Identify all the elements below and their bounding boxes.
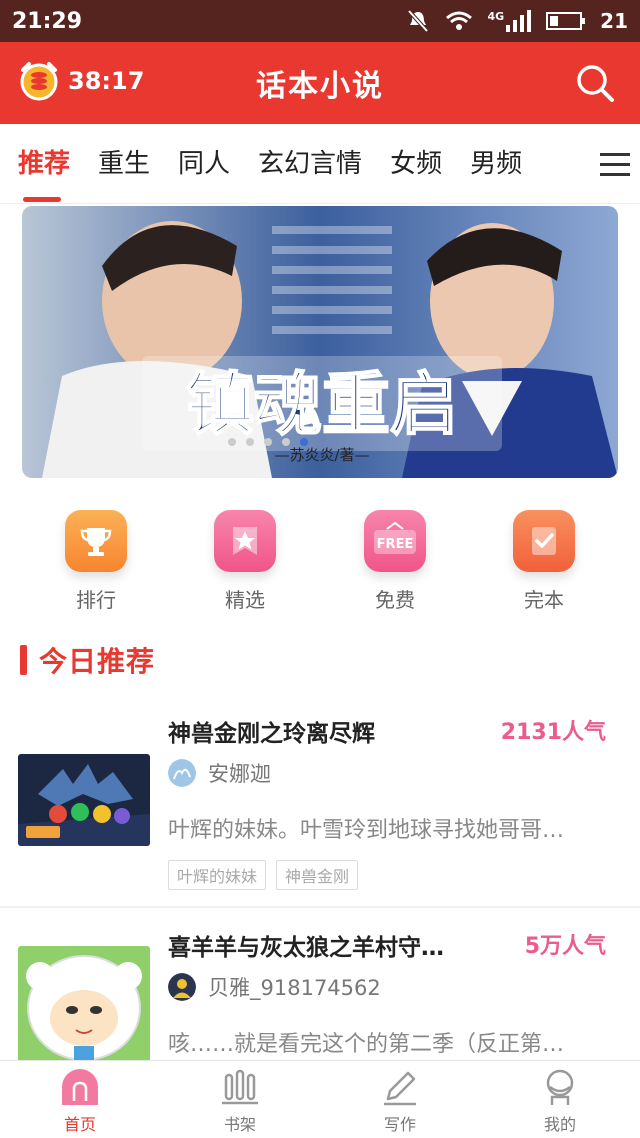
nav-profile[interactable]: 我的 [480, 1061, 640, 1138]
trophy-icon [65, 510, 127, 572]
bookshelf-icon [222, 1069, 258, 1105]
tab-fanfic[interactable]: 同人 [164, 124, 244, 204]
status-bar: 21:29 4G 21 [0, 0, 640, 42]
app-bar: 38:17 话本小说 [0, 42, 640, 124]
author-name: 安娜迦 [208, 762, 271, 786]
nav-bookshelf-label: 书架 [223, 1115, 256, 1134]
book-title: 喜羊羊与灰太狼之羊村守… [168, 935, 444, 961]
banner-author: —苏炎炎/著— [274, 446, 369, 464]
quick-featured[interactable]: 精选 [197, 510, 293, 613]
quick-featured-label: 精选 [225, 588, 265, 612]
book-tag[interactable]: 叶辉的妹妹 [168, 860, 267, 890]
book-popularity: 5万人气 [524, 934, 606, 959]
tab-fantasy-romance[interactable]: 玄幻言情 [244, 124, 376, 204]
battery-level: 21 [600, 9, 628, 33]
search-icon[interactable] [572, 60, 618, 106]
tab-recommend[interactable]: 推荐 [0, 124, 84, 204]
tab-female[interactable]: 女频 [376, 124, 456, 204]
quick-ranking[interactable]: 排行 [48, 510, 144, 613]
list-item[interactable]: 神兽金刚之玲离尽辉 2131人气 安娜迦 叶辉的妹妹。叶雪玲到地球寻找她哥哥… … [0, 700, 640, 908]
free-icon: FREE [364, 510, 426, 572]
mute-icon [407, 9, 429, 33]
book-cover [18, 946, 150, 1060]
nav-bookshelf[interactable]: 书架 [160, 1061, 320, 1138]
author-avatar [168, 759, 196, 787]
featured-banner[interactable]: 镇魂重启 —苏炎炎/著— [22, 206, 618, 478]
banner-title: 镇魂重启 [186, 365, 458, 445]
quick-free[interactable]: FREE 免费 [347, 510, 443, 613]
svg-text:FREE: FREE [377, 537, 414, 552]
banner-image: 镇魂重启 —苏炎炎/著— [22, 206, 618, 478]
battery-icon [546, 12, 586, 30]
network-type: 4G [487, 10, 505, 23]
nav-write-label: 写作 [383, 1115, 416, 1134]
home-icon [62, 1069, 98, 1105]
section-header: 今日推荐 [20, 640, 155, 680]
book-description: 咳……就是看完这个的第二季（反正第… [168, 1032, 565, 1057]
alarm-clock-icon [20, 62, 58, 101]
quick-completed-label: 完本 [524, 588, 564, 612]
nav-profile-label: 我的 [543, 1115, 576, 1134]
book-tag[interactable]: 神兽金刚 [276, 860, 359, 890]
tab-rebirth[interactable]: 重生 [84, 124, 164, 204]
menu-icon[interactable] [598, 148, 632, 180]
category-tabs: 推荐 重生 同人 玄幻言情 女频 男频 [0, 124, 640, 204]
list-item[interactable]: 喜羊羊与灰太狼之羊村守… 5万人气 贝雅_918174562 咳……就是看完这个… [0, 910, 640, 1060]
wifi-icon [446, 11, 473, 30]
profile-icon [546, 1069, 574, 1105]
section-title: 今日推荐 [39, 645, 156, 678]
quick-free-label: 免费 [375, 588, 415, 612]
quick-completed[interactable]: 完本 [496, 510, 592, 613]
timer-value: 38:17 [68, 67, 145, 95]
book-tags: 叶辉的妹妹 神兽金刚 [168, 860, 359, 890]
book-popularity: 2131人气 [500, 720, 606, 745]
quick-links: 排行 精选 FREE 免费 完本 [0, 510, 640, 620]
author-name: 贝雅_918174562 [208, 976, 381, 1000]
divider [0, 906, 640, 908]
nav-home-label: 首页 [63, 1115, 96, 1134]
signal-icon [506, 10, 532, 32]
book-author[interactable]: 贝雅_918174562 [168, 972, 381, 1002]
book-author[interactable]: 安娜迦 [168, 758, 271, 788]
book-title: 神兽金刚之玲离尽辉 [168, 721, 375, 747]
bottom-nav: 首页 书架 写作 我的 [0, 1060, 640, 1138]
pen-icon [384, 1071, 416, 1106]
tab-male[interactable]: 男频 [456, 124, 536, 204]
author-avatar [168, 973, 196, 1001]
nav-home[interactable]: 首页 [0, 1061, 160, 1138]
status-time: 21:29 [12, 8, 83, 34]
check-note-icon [513, 510, 575, 572]
reading-timer[interactable]: 38:17 [18, 60, 144, 102]
book-description: 叶辉的妹妹。叶雪玲到地球寻找她哥哥… [168, 818, 565, 843]
book-cover [18, 754, 150, 846]
section-accent-bar [20, 645, 27, 675]
nav-write[interactable]: 写作 [320, 1061, 480, 1138]
star-icon [214, 510, 276, 572]
quick-ranking-label: 排行 [76, 588, 116, 612]
